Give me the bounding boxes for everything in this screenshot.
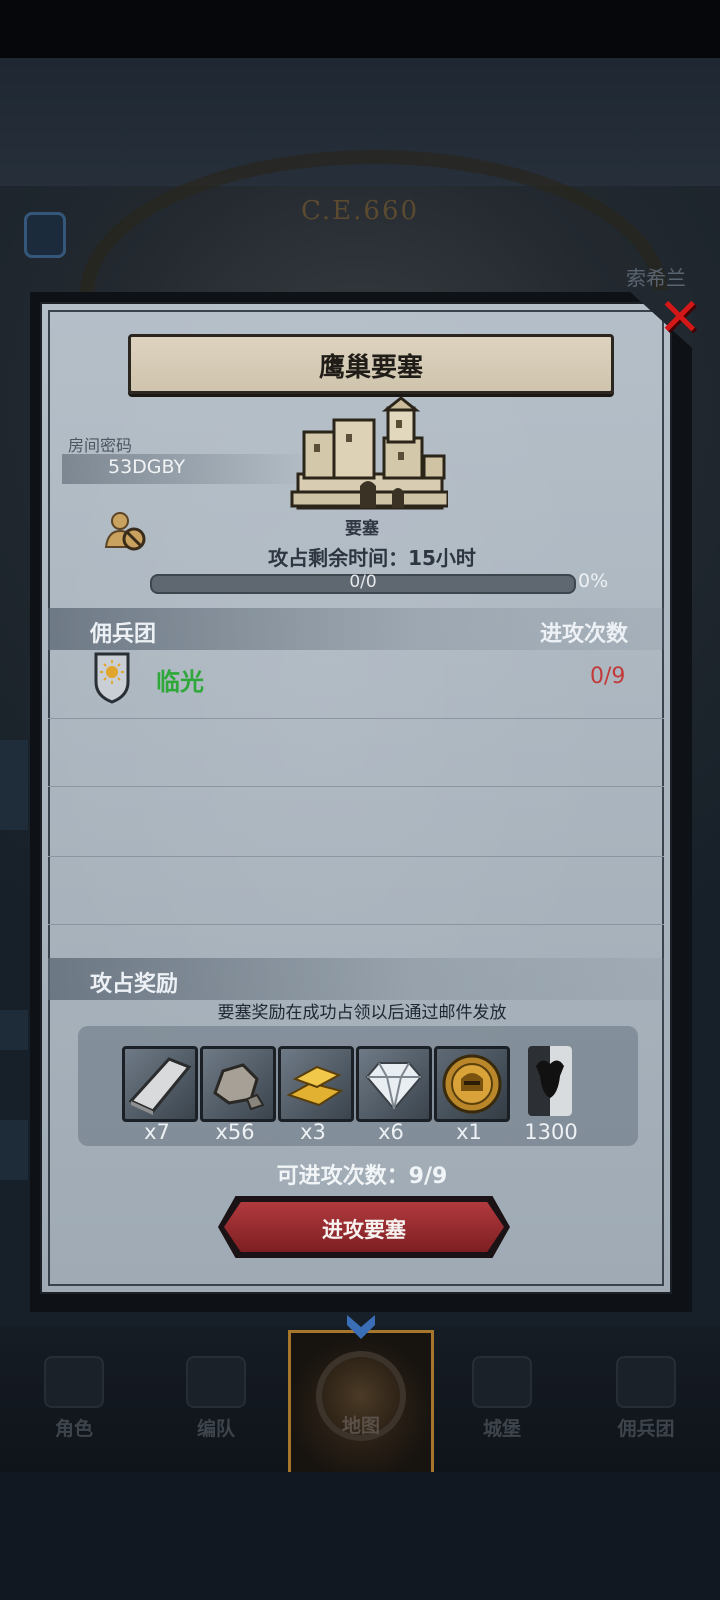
- nav-mercenary[interactable]: 佣兵团: [576, 1330, 716, 1470]
- nav-label: 佣兵团: [617, 1418, 675, 1440]
- nav-castle[interactable]: 城堡: [432, 1330, 572, 1470]
- occupy-time: 攻占剩余时间：15小时: [42, 542, 702, 571]
- iron-ingot-icon: [128, 1057, 192, 1115]
- progress-percent: 0%: [578, 570, 609, 592]
- reward-note: 要塞奖励在成功占领以后通过邮件发放: [217, 1003, 507, 1023]
- dialog-body: 鹰巢要塞 房间密码 53DGBY 要塞 攻占剩余时间：15小时 0/0 0% 佣…: [40, 302, 672, 1294]
- fortress-dialog: 鹰巢要塞 房间密码 53DGBY 要塞 攻占剩余时间：15小时 0/0 0% 佣…: [30, 290, 702, 1312]
- reward-slot[interactable]: [356, 1046, 432, 1122]
- reward-slot[interactable]: [278, 1046, 354, 1122]
- progress-text: 0/0: [349, 572, 377, 592]
- era-text: C.E.660: [300, 196, 420, 226]
- attack-button-label: 进攻要塞: [322, 1218, 406, 1242]
- row-divider: [48, 718, 664, 719]
- dialog-title: 鹰巢要塞: [318, 353, 423, 383]
- reward-slot[interactable]: [200, 1046, 276, 1122]
- reward-count: x7: [144, 1120, 170, 1144]
- map-side-tab[interactable]: [0, 740, 28, 830]
- title-banner: 鹰巢要塞: [128, 334, 614, 394]
- reward-slot[interactable]: [528, 1046, 572, 1116]
- bull-banner-icon: [528, 1046, 572, 1116]
- knight-helmet-coin-icon: [442, 1054, 502, 1114]
- castle-icon: [472, 1356, 532, 1408]
- ore-stone-icon: [213, 1063, 265, 1111]
- fortress-castle-icon: [290, 396, 448, 510]
- attack-count-header: 进攻次数: [540, 622, 629, 647]
- active-chevron-icon: [347, 1315, 375, 1339]
- map-side-tab[interactable]: [0, 1120, 28, 1180]
- mercenary-header: 佣兵团: [90, 622, 157, 647]
- room-password-label: 房间密码: [68, 436, 133, 455]
- reward-slot[interactable]: [434, 1046, 510, 1122]
- mercenary-row[interactable]: [48, 650, 664, 718]
- status-bar-area: [0, 0, 720, 58]
- reward-count: x3: [300, 1120, 326, 1144]
- room-code: 53DGBY: [108, 456, 186, 478]
- remaining-attempts: 可进攻次数：9/9: [42, 1158, 682, 1190]
- fortress-type: 要塞: [345, 519, 379, 539]
- nav-label: 地图: [341, 1415, 380, 1437]
- attempts-label: 可进攻次数：: [276, 1164, 409, 1189]
- nav-label: 编队: [196, 1418, 235, 1440]
- nav-character[interactable]: 角色: [4, 1330, 144, 1470]
- sun-shield-icon: [94, 652, 130, 704]
- close-icon[interactable]: ✕: [658, 292, 702, 344]
- attack-fortress-button[interactable]: 进攻要塞: [224, 1202, 504, 1252]
- mercenary-name: 临光: [156, 668, 204, 696]
- row-divider: [48, 924, 664, 925]
- row-divider: [48, 856, 664, 857]
- reward-count: x1: [456, 1120, 482, 1144]
- mercenary-banner-icon: [616, 1356, 676, 1408]
- room-code-bar: [62, 454, 312, 484]
- occupy-time-label: 攻占剩余时间：: [268, 546, 409, 570]
- attempts-value: 9/9: [408, 1164, 448, 1189]
- nav-formation[interactable]: 编队: [146, 1330, 286, 1470]
- diamond-icon: [365, 1062, 423, 1111]
- gold-bars-icon: [286, 1065, 344, 1107]
- navigation-area: [0, 1472, 720, 1600]
- reward-count: 1300: [524, 1120, 578, 1144]
- map-side-button[interactable]: [24, 212, 66, 258]
- reward-header: 攻占奖励: [90, 972, 179, 997]
- mercenary-attack-count: 0/9: [590, 664, 626, 689]
- reward-count: x6: [378, 1120, 404, 1144]
- reward-slot[interactable]: [122, 1046, 198, 1122]
- nav-map[interactable]: 地图: [288, 1315, 434, 1476]
- knight-armor-icon: [44, 1356, 104, 1408]
- occupy-time-value: 15小时: [408, 546, 476, 570]
- nav-label: 城堡: [482, 1418, 521, 1440]
- city-name: 索希兰: [626, 266, 686, 290]
- helmet-icon: [186, 1356, 246, 1408]
- map-side-tab[interactable]: [0, 1010, 28, 1050]
- row-divider: [48, 786, 664, 787]
- nav-label: 角色: [54, 1418, 93, 1440]
- reward-count: x56: [215, 1120, 255, 1144]
